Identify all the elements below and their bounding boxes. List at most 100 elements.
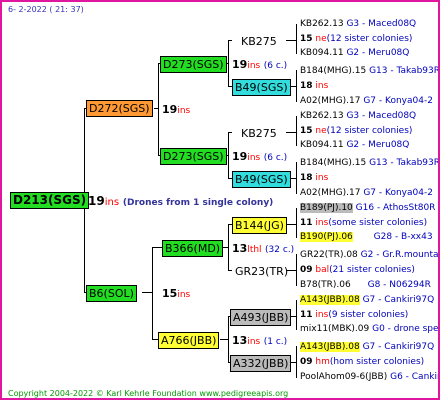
gen4-insemination: 18 ins	[300, 173, 328, 184]
gen2-insemination: 19ins (6 c.)	[232, 58, 287, 73]
gen2-colonies: (6 c.)	[263, 61, 288, 71]
connector	[228, 132, 232, 133]
gen3-queen[interactable]: KB275	[238, 33, 280, 50]
gen1-insemination: 15ins	[162, 287, 190, 302]
root-queen-box[interactable]: D213(SGS)	[10, 192, 90, 209]
gen4-insemination: 15 ne(12 sister colonies)	[300, 126, 412, 137]
gen2-insemination: 13lthl (32 c.)	[232, 242, 294, 257]
gen1-count: 15	[162, 287, 178, 300]
gen2-queen-box[interactable]: B366(MD)	[162, 240, 224, 257]
gen4-queen-b[interactable]: KB094.11 G2 - Meru08Q	[300, 140, 409, 151]
connector	[220, 339, 228, 340]
gen4-unit: ins	[315, 173, 329, 183]
gen4-count: 11	[300, 310, 313, 320]
gen4-unit: ne	[315, 34, 327, 44]
gen3-queen-box[interactable]: B49(SGS)	[232, 79, 291, 96]
gen2-insemination: 13ins (1 c.)	[232, 334, 287, 349]
gen1-queen-box[interactable]: B6(SOL)	[86, 285, 137, 302]
gen4-note: (12 sister colonies)	[326, 126, 413, 136]
gen4-origin: G7 - Cankiri97Q	[362, 342, 435, 352]
connector	[152, 247, 153, 339]
gen4-note: (12 sister colonies)	[326, 34, 413, 44]
gen4-queen-a[interactable]: B184(MHG).15 G13 - Takab93R	[300, 158, 440, 169]
root-count: 19	[88, 194, 105, 208]
gen2-queen-box[interactable]: D273(SGS)	[160, 148, 227, 165]
connector	[296, 208, 297, 238]
gen2-colonies: (32 c.)	[265, 245, 295, 255]
gen4-queen-b[interactable]: PoolAhom09-6(JBB) G6 - Cankiri97Q	[300, 372, 438, 383]
gen3-queen-box[interactable]: A493(JBB)	[230, 309, 292, 326]
gen4-origin: G6 - Cankiri97Q	[390, 372, 438, 382]
gen4-note: (9 sister colonies)	[328, 310, 409, 320]
gen4-unit: bal	[315, 265, 330, 275]
gen4-count: 18	[300, 81, 313, 91]
gen4-queen-b[interactable]: A02(MHG).17 G7 - Konya04-2	[300, 188, 433, 199]
gen2-colonies: (6 c.)	[263, 153, 288, 163]
gen4-origin: G0 - drone sperm	[372, 324, 439, 334]
connector	[228, 40, 229, 86]
gen2-unit: lthl	[247, 245, 262, 255]
gen4-queen-a[interactable]: KB262.13 G3 - Maced08Q	[300, 19, 416, 30]
connector	[296, 70, 297, 102]
gen4-count: 09	[300, 357, 313, 367]
gen4-count: 15	[300, 126, 313, 136]
gen4-insemination: 09 bal(21 sister colonies)	[300, 265, 415, 276]
gen4-queen-a[interactable]: KB262.13 G3 - Maced08Q	[300, 111, 416, 122]
gen2-unit: ins	[247, 337, 261, 347]
gen3-queen-box[interactable]: B144(JG)	[232, 217, 287, 234]
gen4-queen-b[interactable]: B78(TR).06 G8 - N06294R	[300, 280, 431, 291]
gen2-queen-box[interactable]: A766(JBB)	[158, 332, 220, 349]
gen2-unit: ins	[247, 61, 261, 71]
gen3-queen-box[interactable]: B49(SGS)	[232, 171, 291, 188]
gen3-queen[interactable]: GR23(TR)	[232, 263, 291, 280]
connector	[142, 292, 152, 293]
gen2-colonies: (1 c.)	[263, 337, 288, 347]
connector	[286, 40, 296, 41]
connector	[296, 116, 297, 146]
gen4-id: A02(MHG).17	[300, 188, 361, 198]
connector	[296, 254, 297, 286]
connector	[152, 247, 162, 248]
gen4-queen-a[interactable]: GR22(TR).08 G2 - Gr.R.mounta	[300, 250, 438, 261]
root-note: (Drones from 1 single colony)	[122, 198, 274, 208]
gen4-queen-b[interactable]: KB094.11 G2 - Meru08Q	[300, 48, 409, 59]
gen3-queen[interactable]: KB275	[238, 125, 280, 142]
gen4-id: A143(JBB).08	[300, 295, 360, 305]
gen4-origin: G13 - Takab93R	[369, 158, 440, 168]
gen4-id: B78(TR).06	[300, 280, 351, 290]
connector	[286, 224, 296, 225]
gen4-origin: G16 - AthosSt80R	[355, 203, 436, 213]
gen4-origin: G3 - Maced08Q	[346, 19, 417, 29]
gen1-count: 19	[162, 103, 178, 116]
gen4-queen-a[interactable]: B189(PJ).10 G16 - AthosSt80R	[300, 203, 435, 214]
gen4-queen-b[interactable]: B190(PJ).06 G28 - B-xx43	[300, 232, 433, 243]
connector	[296, 346, 297, 378]
connector	[228, 316, 229, 362]
gen4-note: (21 sister colonies)	[329, 265, 415, 275]
gen2-count: 13	[232, 242, 248, 255]
gen4-id: PoolAhom09-6(JBB)	[300, 372, 388, 382]
gen1-queen-box[interactable]: D272(SGS)	[86, 100, 153, 117]
gen4-id: B189(PJ).10	[300, 203, 353, 213]
gen4-insemination: 11 ins(9 sister colonies)	[300, 310, 408, 321]
gen4-id: A02(MHG).17	[300, 96, 361, 106]
gen4-unit: ins	[315, 218, 329, 228]
gen4-queen-a[interactable]: B184(MHG).15 G13 - Takab93R	[300, 66, 438, 77]
gen4-queen-b[interactable]: A02(MHG).17 G7 - Konya04-2	[300, 96, 433, 107]
date-stamp: 6- 2-2022 ( 21: 37)	[8, 5, 84, 14]
connector	[228, 40, 232, 41]
gen1-insemination: 19ins	[162, 103, 190, 118]
gen3-queen-box[interactable]: A332(JBB)	[230, 355, 292, 372]
gen2-queen-box[interactable]: D273(SGS)	[160, 56, 227, 73]
gen4-origin: G8 - N06294R	[367, 280, 431, 290]
connector	[296, 162, 297, 194]
root-insemination: 19ins (Drones from 1 single colony)	[88, 194, 273, 210]
gen4-queen-a[interactable]: A143(JBB).08 G7 - Cankiri97Q	[300, 295, 434, 306]
gen4-queen-b[interactable]: mix11(MBK).09 G0 - drone sperm	[300, 324, 439, 335]
connector	[296, 24, 297, 54]
gen4-count: 11	[300, 218, 313, 228]
copyright: Copyright 2004-2022 © Karl Kehrle Founda…	[8, 389, 289, 398]
gen4-queen-a[interactable]: A143(JBB).08 G7 - Cankiri97Q	[300, 342, 434, 353]
root-unit: ins	[104, 197, 120, 208]
gen4-count: 09	[300, 265, 313, 275]
